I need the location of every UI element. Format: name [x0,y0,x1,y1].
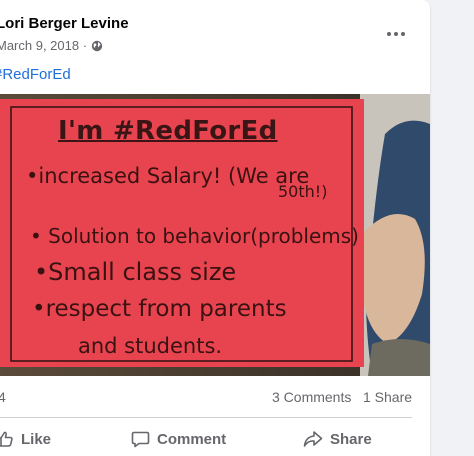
share-button[interactable]: Share [303,424,372,454]
sign-title: I'm #RedForEd [58,116,278,146]
comment-label: Comment [157,430,227,448]
sign-line-2: 50th!) [278,182,328,201]
post-meta: March 9, 2018 · [0,38,103,53]
sign-line-5: •respect from parents [32,296,287,322]
share-arrow-icon [303,430,323,448]
comment-button[interactable]: Comment [131,424,226,454]
comment-count[interactable]: 3 Comments [272,389,351,405]
more-horizontal-icon [387,32,391,36]
hashtag-link[interactable]: #RedForEd [0,66,71,83]
more-dot [394,32,398,36]
post-date[interactable]: March 9, 2018 · [0,38,87,53]
sign-line-1: •increased Salary! (We are [26,164,310,188]
post-actions: Like Comment Share [0,424,430,456]
like-label: Like [21,430,52,448]
post-author-name[interactable]: Lori Berger Levine [0,15,129,32]
more-dot [401,32,405,36]
like-button[interactable]: Like [0,424,51,454]
actions-divider [0,417,412,418]
more-options-button[interactable] [384,22,408,46]
share-label: Share [330,430,372,448]
post-card: Lori Berger Levine March 9, 2018 · #RedF… [0,0,430,456]
globe-icon [91,40,103,52]
post-photo[interactable]: I'm #RedForEd •increased Salary! (We are… [0,94,430,376]
share-count[interactable]: 1 Share [363,389,412,405]
comment-bubble-icon [131,430,150,448]
reaction-count[interactable]: 4 [0,389,6,405]
thumbs-up-icon [0,430,14,448]
sign-line-3: • Solution to behavior(problems) [30,224,359,248]
sign-line-6: and students. [78,334,223,358]
sign-line-4: •Small class size [34,258,237,286]
post-stats: 4 3 Comments 1 Share [0,389,430,409]
